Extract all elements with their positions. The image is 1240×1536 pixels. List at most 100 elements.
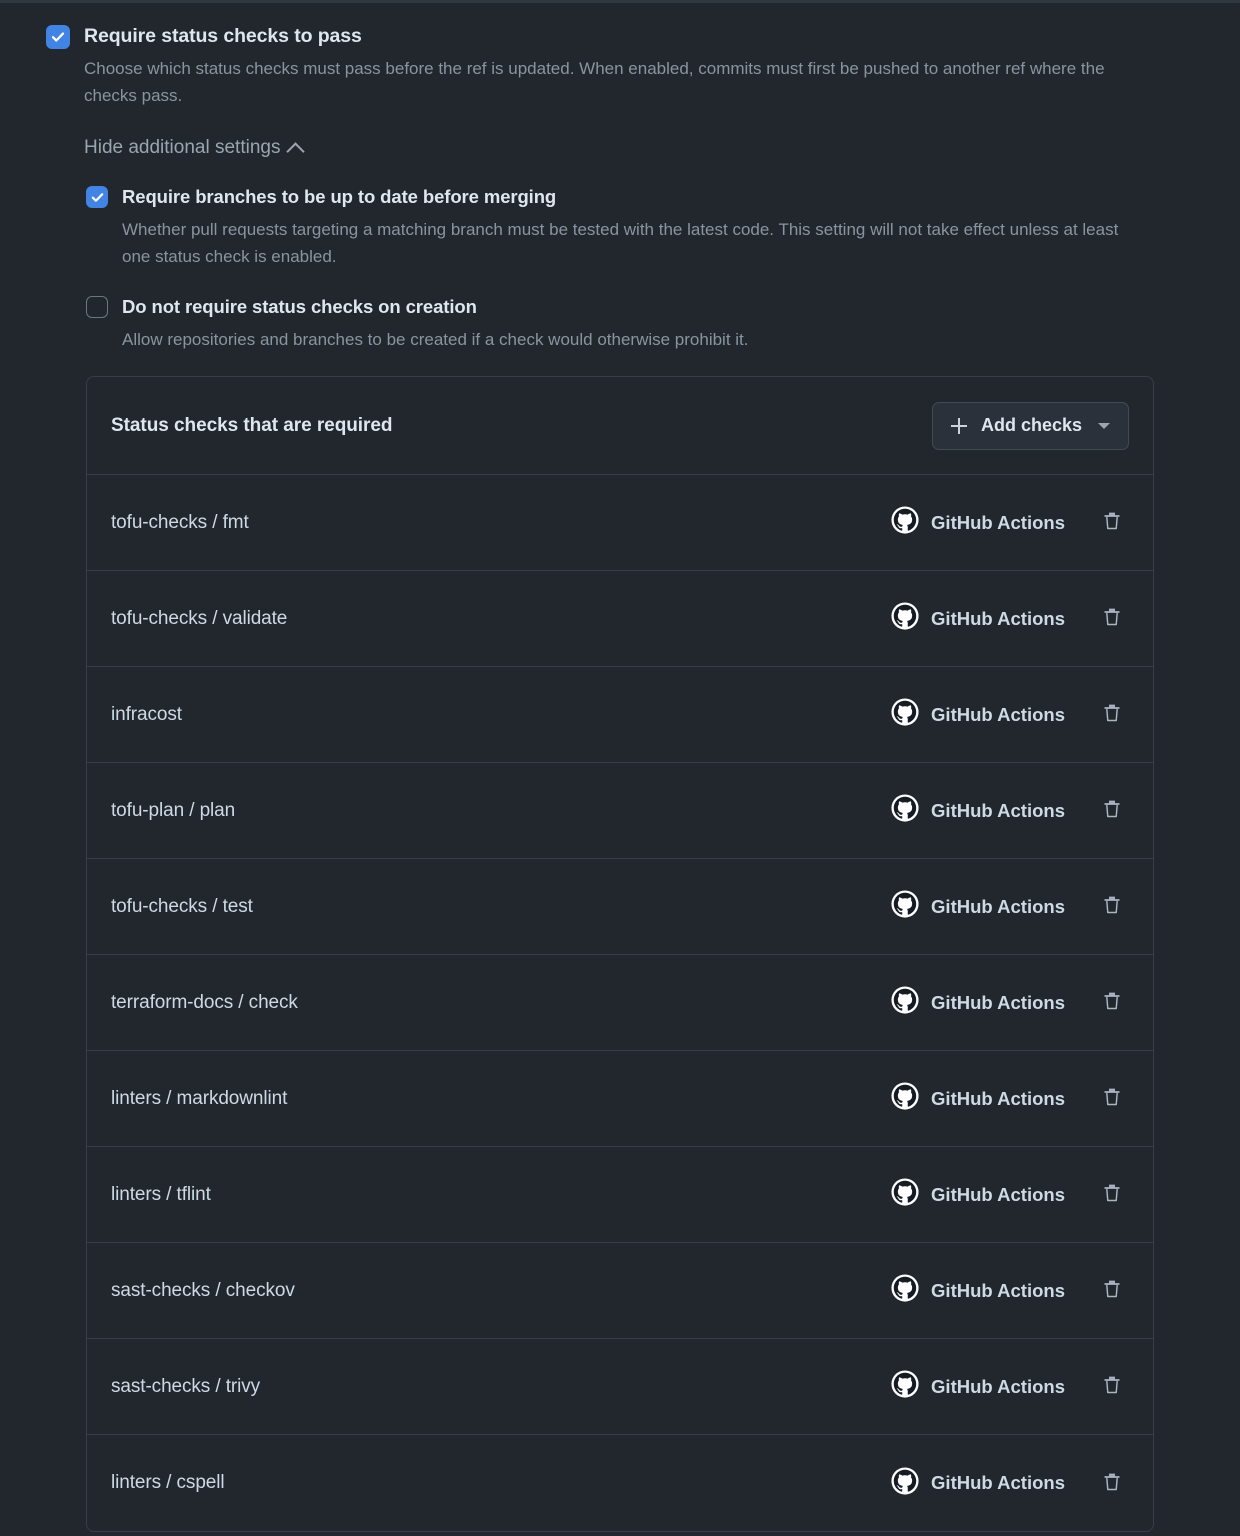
trash-icon (1101, 1086, 1123, 1111)
setting-no-checks-on-creation[interactable]: Do not require status checks on creation… (0, 270, 1240, 353)
delete-status-check-button[interactable] (1095, 986, 1129, 1020)
status-check-source: GitHub Actions (891, 698, 1065, 731)
setting-require-status-checks[interactable]: Require status checks to pass Choose whi… (0, 4, 1240, 109)
toggle-additional-settings-label: Hide additional settings (84, 137, 281, 158)
github-icon (891, 1274, 919, 1307)
setting-title-require-status-checks: Require status checks to pass (84, 25, 362, 47)
delete-status-check-button[interactable] (1095, 1178, 1129, 1212)
trash-icon (1101, 1471, 1123, 1496)
status-check-source: GitHub Actions (891, 1082, 1065, 1115)
status-check-name: linters / tflint (111, 1183, 211, 1205)
trash-icon (1101, 1182, 1123, 1207)
table-row: infracost GitHub Actions (87, 667, 1153, 763)
status-check-source: GitHub Actions (891, 506, 1065, 539)
setting-title-require-up-to-date: Require branches to be up to date before… (122, 186, 557, 207)
delete-status-check-button[interactable] (1095, 698, 1129, 732)
delete-status-check-button[interactable] (1095, 1466, 1129, 1500)
github-icon (891, 1178, 919, 1211)
table-row: linters / cspell GitHub Actions (87, 1435, 1153, 1531)
status-check-name: sast-checks / trivy (111, 1375, 261, 1397)
trash-icon (1101, 1278, 1123, 1303)
status-check-source: GitHub Actions (891, 1370, 1065, 1403)
status-check-source-label: GitHub Actions (931, 607, 1065, 629)
github-icon (891, 794, 919, 827)
add-checks-button-label: Add checks (980, 415, 1082, 435)
github-icon (891, 986, 919, 1019)
add-checks-button[interactable]: Add checks (931, 401, 1129, 450)
github-icon (891, 1082, 919, 1115)
delete-status-check-button[interactable] (1095, 1370, 1129, 1404)
status-checks-card: Status checks that are required Add chec… (86, 376, 1154, 1532)
status-check-name: infracost (111, 703, 182, 725)
github-icon (891, 698, 919, 731)
status-check-source-label: GitHub Actions (931, 991, 1065, 1013)
chevron-down-icon (1098, 422, 1110, 429)
status-check-source-label: GitHub Actions (931, 1472, 1065, 1493)
status-check-source-label: GitHub Actions (931, 799, 1065, 821)
table-row: sast-checks / checkov GitHub Actions (87, 1243, 1153, 1339)
status-check-name: linters / markdownlint (111, 1087, 288, 1109)
table-row: sast-checks / trivy GitHub Actions (87, 1339, 1153, 1435)
status-checks-list: tofu-checks / fmt GitHub Actions tofu-ch… (87, 475, 1153, 1531)
setting-title-no-checks-on-creation: Do not require status checks on creation (122, 296, 477, 317)
status-check-source: GitHub Actions (891, 890, 1065, 923)
status-checks-card-header: Status checks that are required Add chec… (87, 377, 1153, 475)
trash-icon (1101, 510, 1123, 535)
status-check-name: tofu-checks / test (111, 895, 253, 917)
branch-ruleset-status-checks-panel: Require status checks to pass Choose whi… (0, 0, 1240, 1536)
trash-icon (1101, 894, 1123, 919)
status-check-source-label: GitHub Actions (931, 703, 1065, 725)
status-check-source: GitHub Actions (891, 986, 1065, 1019)
status-checks-card-title: Status checks that are required (111, 414, 393, 436)
github-icon (891, 1370, 919, 1403)
setting-require-up-to-date[interactable]: Require branches to be up to date before… (0, 160, 1240, 270)
status-check-source: GitHub Actions (891, 794, 1065, 827)
table-row: tofu-plan / plan GitHub Actions (87, 763, 1153, 859)
plus-icon (950, 417, 967, 434)
delete-status-check-button[interactable] (1095, 1082, 1129, 1116)
status-check-name: tofu-plan / plan (111, 799, 236, 821)
github-icon (891, 602, 919, 635)
trash-icon (1101, 1374, 1123, 1399)
trash-icon (1101, 798, 1123, 823)
github-icon (891, 506, 919, 539)
status-check-name: tofu-checks / fmt (111, 511, 249, 533)
table-row: linters / markdownlint GitHub Actions (87, 1051, 1153, 1147)
status-check-source: GitHub Actions (891, 1178, 1065, 1211)
checkbox-require-up-to-date[interactable] (86, 186, 108, 208)
status-check-source-label: GitHub Actions (931, 1375, 1065, 1397)
status-check-source-label: GitHub Actions (931, 895, 1065, 917)
delete-status-check-button[interactable] (1095, 506, 1129, 540)
checkbox-no-checks-on-creation[interactable] (86, 296, 108, 318)
table-row: tofu-checks / validate GitHub Actions (87, 571, 1153, 667)
setting-description-require-status-checks: Choose which status checks must pass bef… (84, 59, 1105, 105)
table-row: terraform-docs / check GitHub Actions (87, 955, 1153, 1051)
status-check-source-label: GitHub Actions (931, 1087, 1065, 1109)
status-check-source: GitHub Actions (891, 1274, 1065, 1307)
github-icon (891, 890, 919, 923)
checkbox-require-status-checks[interactable] (46, 25, 70, 49)
setting-description-no-checks-on-creation: Allow repositories and branches to be cr… (122, 330, 749, 349)
status-check-name: sast-checks / checkov (111, 1279, 295, 1301)
status-check-source-label: GitHub Actions (931, 1183, 1065, 1205)
delete-status-check-button[interactable] (1095, 794, 1129, 828)
table-row: tofu-checks / test GitHub Actions (87, 859, 1153, 955)
github-icon (891, 1466, 919, 1500)
setting-description-require-up-to-date: Whether pull requests targeting a matchi… (122, 220, 1119, 266)
trash-icon (1101, 990, 1123, 1015)
table-row: linters / tflint GitHub Actions (87, 1147, 1153, 1243)
delete-status-check-button[interactable] (1095, 1274, 1129, 1308)
table-row: tofu-checks / fmt GitHub Actions (87, 475, 1153, 571)
status-check-name: linters / cspell (111, 1472, 225, 1493)
status-check-source: GitHub Actions (891, 1466, 1065, 1500)
delete-status-check-button[interactable] (1095, 602, 1129, 636)
status-check-source-label: GitHub Actions (931, 1279, 1065, 1301)
delete-status-check-button[interactable] (1095, 890, 1129, 924)
toggle-additional-settings[interactable]: Hide additional settings (84, 136, 306, 161)
status-check-name: tofu-checks / validate (111, 607, 288, 629)
chevron-up-icon (286, 141, 306, 161)
status-check-source: GitHub Actions (891, 602, 1065, 635)
trash-icon (1101, 702, 1123, 727)
status-check-name: terraform-docs / check (111, 991, 298, 1013)
trash-icon (1101, 606, 1123, 631)
